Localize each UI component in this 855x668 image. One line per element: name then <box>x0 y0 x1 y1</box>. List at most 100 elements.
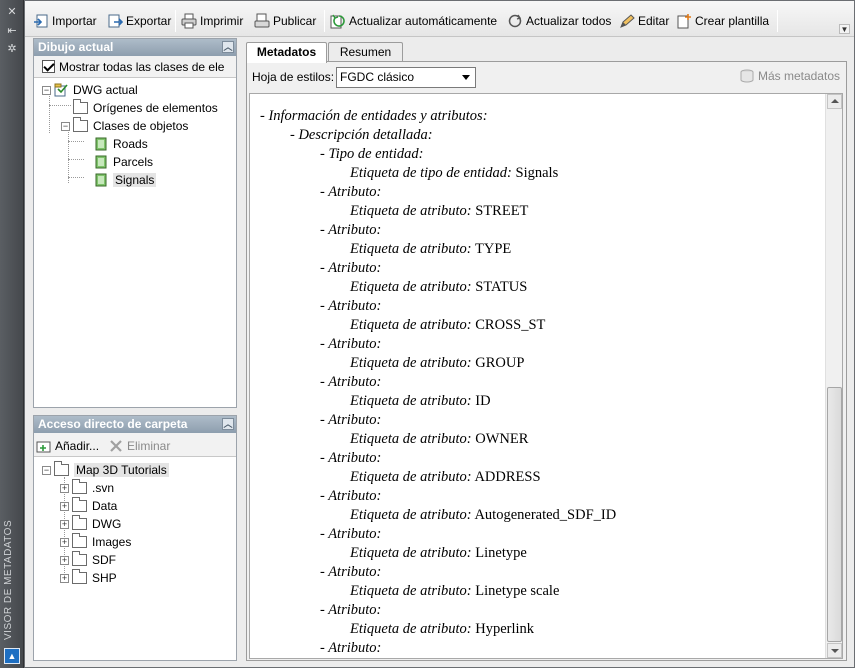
tree-item-roads[interactable]: Roads <box>94 135 148 153</box>
more-metadata-button[interactable]: Más metadatos <box>739 69 840 83</box>
tree-item-folder[interactable]: + .svn <box>60 479 114 497</box>
scroll-thumb[interactable] <box>827 387 842 642</box>
tree-item-label: SHP <box>92 571 117 585</box>
collapse-icon[interactable]: ︿ <box>222 41 234 53</box>
stylesheet-row: Hoja de estilos: FGDC clásico Más metada… <box>247 62 846 92</box>
attribute-heading: - Atributo: <box>320 488 382 504</box>
stylesheet-selected-value: FGDC clásico <box>340 70 415 84</box>
stylesheet-select[interactable]: FGDC clásico <box>336 67 476 88</box>
export-label: Exportar <box>126 13 172 28</box>
palette-title: VISOR DE METADATOS <box>3 519 14 640</box>
folder-icon <box>72 569 87 584</box>
current-drawing-title: Dibujo actual <box>38 40 114 54</box>
folder-shortcut-header[interactable]: Acceso directo de carpeta ︿ <box>34 416 236 433</box>
edit-button[interactable]: Editar <box>619 11 669 30</box>
printer-icon <box>181 13 197 28</box>
remove-shortcut-button[interactable]: Eliminar <box>108 436 170 455</box>
current-drawing-header[interactable]: Dibujo actual ︿ <box>34 39 236 56</box>
attribute-row: Etiqueta de atributo: GROUP <box>350 355 525 371</box>
collapse-node-icon[interactable]: − <box>61 121 70 131</box>
attribute-row: Etiqueta de atributo: ADDRESS <box>350 469 541 485</box>
tree-item-label: Images <box>92 535 132 549</box>
attribute-row: Etiqueta de atributo: TYPE <box>350 241 512 257</box>
tree-item-map3d-tutorials[interactable]: − Map 3D Tutorials <box>42 461 169 479</box>
close-palette-icon[interactable]: ✕ <box>5 6 19 18</box>
create-template-button[interactable]: Crear plantilla <box>676 11 769 30</box>
tree-item-folder[interactable]: + DWG <box>60 515 121 533</box>
refresh-all-icon <box>508 14 522 27</box>
toolbar: Importar Exportar Imprimir Publicar Actu… <box>25 1 854 37</box>
attribute-row: Etiqueta de atributo: OWNER <box>350 431 529 447</box>
collapse-icon[interactable]: ︿ <box>222 418 234 430</box>
tree-item-label: Map 3D Tutorials <box>74 463 169 477</box>
attribute-row: Etiqueta de atributo: ID <box>350 393 491 409</box>
folder-icon <box>54 461 69 476</box>
expand-node-icon[interactable]: + <box>60 555 69 565</box>
attribute-row: Etiqueta de atributo: STATUS <box>350 279 528 295</box>
add-shortcut-button[interactable]: Añadir... <box>36 436 99 455</box>
folder-icon <box>72 497 87 512</box>
toolbar-overflow-icon[interactable]: ▼ <box>839 24 850 34</box>
folder-shortcut-title: Acceso directo de carpeta <box>38 417 188 431</box>
tree-item-label: Orígenes de elementos <box>93 101 218 115</box>
more-metadata-label: Más metadatos <box>757 69 840 83</box>
export-button[interactable]: Exportar <box>107 11 171 30</box>
edit-label: Editar <box>638 13 670 28</box>
update-all-label: Actualizar todos <box>526 13 612 28</box>
publish-label: Publicar <box>273 13 317 28</box>
update-all-button[interactable]: Actualizar todos <box>507 11 611 30</box>
drawing-tree: − DWG actual Orígenes de elementos − Cla… <box>34 78 236 398</box>
folder-icon <box>72 551 87 566</box>
properties-icon[interactable]: ✲ <box>5 43 19 55</box>
toolbar-separator <box>175 10 176 32</box>
scroll-up-button[interactable] <box>827 94 842 109</box>
add-folder-icon <box>36 441 51 452</box>
entity-type-row: Etiqueta de tipo de entidad: Signals <box>350 165 559 181</box>
tree-item-folder[interactable]: + SDF <box>60 551 116 569</box>
collapse-node-icon[interactable]: − <box>42 85 51 95</box>
dropdown-arrow-icon <box>462 75 470 80</box>
section-heading: - Tipo de entidad: <box>320 146 424 162</box>
feature-class-icon <box>95 137 107 151</box>
collapse-node-icon[interactable]: − <box>42 465 51 475</box>
tree-item-label: Roads <box>113 137 148 151</box>
import-button[interactable]: Importar <box>33 11 97 30</box>
tree-item-dwg-actual[interactable]: − DWG actual <box>42 81 138 99</box>
auto-update-label: Actualizar automáticamente <box>349 13 498 28</box>
attribute-row: Etiqueta de atributo: Linetype <box>350 545 527 561</box>
tree-item-folder[interactable]: + Images <box>60 533 131 551</box>
tab-summary[interactable]: Resumen <box>328 42 403 62</box>
auto-hide-icon[interactable]: ⇤ <box>5 25 19 37</box>
publish-button[interactable]: Publicar <box>254 11 316 30</box>
tree-item-label: SDF <box>92 553 116 567</box>
show-all-classes-checkbox[interactable] <box>42 60 55 73</box>
expand-node-icon[interactable]: + <box>60 483 69 493</box>
tree-item-label: DWG <box>92 517 122 531</box>
tree-item-signals[interactable]: Signals <box>94 171 157 189</box>
tree-item-parcels[interactable]: Parcels <box>94 153 153 171</box>
vertical-scrollbar[interactable] <box>825 94 842 658</box>
toolbar-separator <box>324 10 325 32</box>
expand-node-icon[interactable]: + <box>60 501 69 511</box>
attribute-heading: - Atributo: <box>320 222 382 238</box>
publish-icon <box>254 13 270 27</box>
tree-item-label: Parcels <box>113 155 154 169</box>
scroll-down-button[interactable] <box>827 643 842 658</box>
tree-item-folder[interactable]: + SHP <box>60 569 117 587</box>
attribute-heading: - Atributo: <box>320 260 382 276</box>
print-button[interactable]: Imprimir <box>181 11 243 30</box>
tree-item-element-sources[interactable]: Orígenes de elementos <box>61 99 218 117</box>
tree-item-object-classes[interactable]: − Clases de objetos <box>61 117 188 135</box>
metadata-document: - Información de entidades y atributos: … <box>249 93 843 659</box>
expand-node-icon[interactable]: + <box>60 537 69 547</box>
tab-metadata[interactable]: Metadatos <box>246 42 327 63</box>
toolbar-separator <box>777 10 778 32</box>
attribute-heading: - Atributo: <box>320 640 382 656</box>
expand-node-icon[interactable]: + <box>60 519 69 529</box>
attribute-heading: - Atributo: <box>320 412 382 428</box>
show-all-classes-row[interactable]: Mostrar todas las clases de ele <box>34 56 236 78</box>
tree-item-label: Clases de objetos <box>93 119 189 133</box>
expand-node-icon[interactable]: + <box>60 573 69 583</box>
auto-update-button[interactable]: Actualizar automáticamente <box>330 11 497 30</box>
tree-item-folder[interactable]: + Data <box>60 497 117 515</box>
